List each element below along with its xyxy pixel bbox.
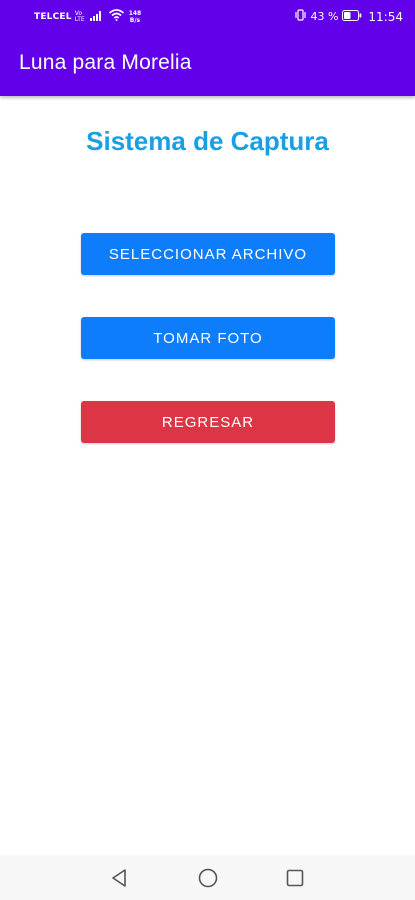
system-nav-bar (0, 855, 415, 900)
carrier-name: TELCEL (34, 11, 72, 22)
status-bar-left: TELCEL Vo LTE 148 B/s (34, 9, 141, 24)
battery-percent: 43 % (310, 10, 339, 23)
signal-icon (89, 10, 104, 24)
take-photo-button[interactable]: TOMAR FOTO (81, 317, 335, 359)
volte-bottom: LTE (74, 15, 85, 23)
network-speed-unit: B/s (129, 16, 141, 24)
app-bar: Luna para Morelia (0, 33, 415, 96)
volte-indicator: Vo LTE (74, 10, 85, 23)
clock: 11:54 (368, 9, 403, 24)
app-title: Luna para Morelia (19, 50, 192, 74)
select-file-button[interactable]: SELECCIONAR ARCHIVO (81, 233, 335, 275)
vibrate-icon (295, 9, 307, 24)
network-speed-value: 148 (128, 9, 142, 17)
back-button[interactable]: REGRESAR (81, 401, 335, 443)
network-speed: 148 B/s (129, 10, 142, 24)
battery-icon (342, 9, 362, 24)
page-title: Sistema de Captura (86, 126, 329, 156)
back-triangle-icon[interactable] (108, 867, 130, 889)
recents-square-icon[interactable] (284, 867, 306, 889)
wifi-icon (108, 9, 124, 24)
status-bar-right: 43 % 11:54 (295, 9, 403, 24)
home-circle-icon[interactable] (197, 867, 219, 889)
status-bar: TELCEL Vo LTE 148 B/s 43 % 11:54 (0, 0, 415, 33)
